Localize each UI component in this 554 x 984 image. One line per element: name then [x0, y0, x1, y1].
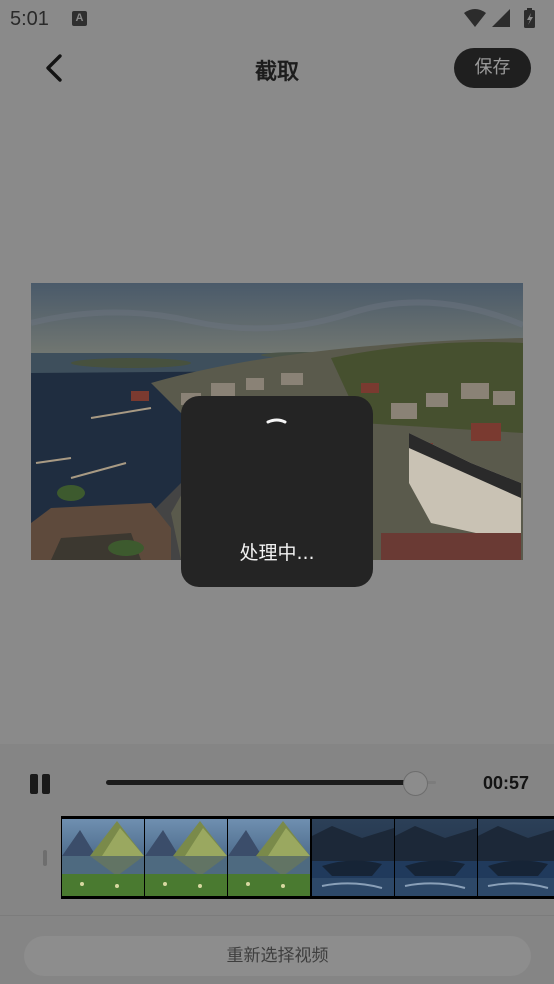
battery-charging-icon [524, 8, 535, 28]
progress-thumb[interactable] [403, 771, 428, 796]
save-button[interactable]: 保存 [454, 48, 531, 88]
header: 截取 保存 [0, 40, 554, 96]
status-icons [464, 8, 544, 30]
divider [0, 915, 554, 916]
loading-spinner-icon [266, 418, 287, 424]
pause-button[interactable] [28, 772, 54, 796]
reselect-video-button[interactable]: 重新选择视频 [24, 936, 531, 976]
loading-dialog: 处理中... [181, 396, 373, 587]
loading-text: 处理中... [239, 542, 315, 564]
notification-a-icon: A [72, 11, 87, 26]
wifi-icon [464, 9, 486, 27]
status-time: 5:01 [10, 8, 49, 30]
trim-panel: 00:57 重新选择视频 [0, 744, 554, 984]
cell-signal-icon [492, 9, 510, 27]
frame-strip[interactable] [61, 816, 554, 899]
trim-handle[interactable] [43, 850, 47, 866]
time-label: 00:57 [483, 773, 530, 793]
status-bar: 5:01 A [0, 0, 554, 36]
progress-bar[interactable] [106, 780, 416, 785]
